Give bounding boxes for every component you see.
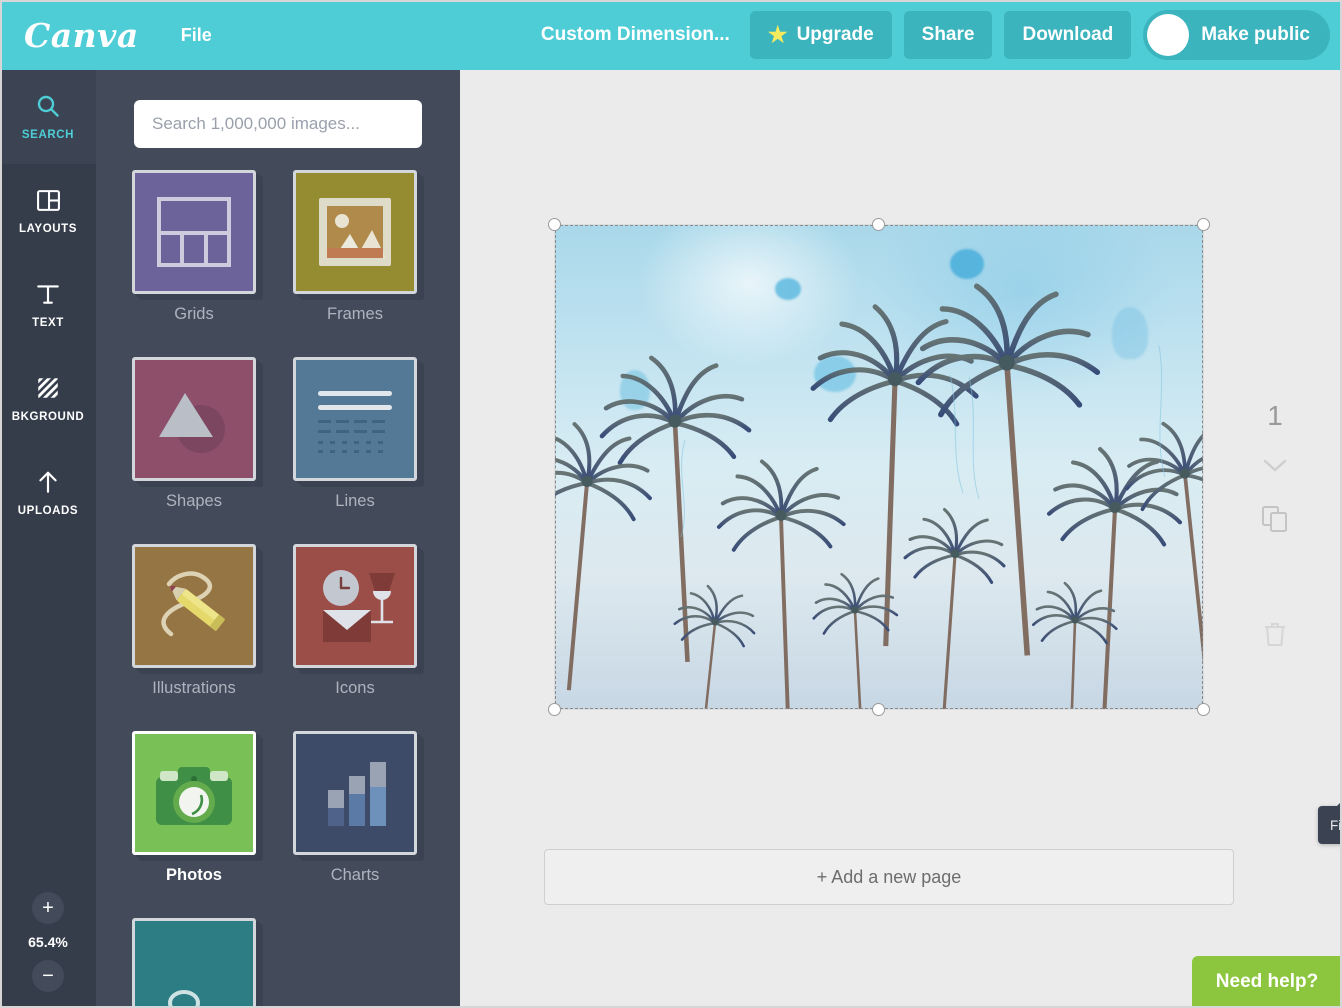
file-menu[interactable]: File: [181, 25, 212, 46]
lines-icon: [293, 357, 417, 481]
tile-stack: [132, 170, 256, 294]
tile-label: Lines: [293, 492, 417, 511]
triangle-circle-icon: [132, 357, 256, 481]
sidebar-item-search[interactable]: SEARCH: [0, 70, 96, 164]
tile-stack: [293, 357, 417, 481]
category-tile-grids[interactable]: Grids: [132, 170, 256, 324]
pencil-icon: [132, 544, 256, 668]
document-title[interactable]: Custom Dimension...: [541, 24, 730, 46]
resize-handle-top-left[interactable]: [548, 218, 561, 231]
tile-row: Illustrations: [132, 544, 424, 698]
upgrade-button[interactable]: ★ Upgrade: [750, 11, 892, 59]
share-button[interactable]: Share: [904, 11, 993, 59]
sidebar-label-layouts: LAYOUTS: [19, 223, 77, 235]
category-tile-icons[interactable]: Icons: [293, 544, 417, 698]
grid-layout-icon: [132, 170, 256, 294]
delete-page-icon[interactable]: [1263, 620, 1287, 653]
tile-stack: [132, 357, 256, 481]
page-number: 1: [1267, 400, 1283, 432]
category-tile-grid: Grids: [96, 170, 460, 1008]
toggle-knob: [1147, 14, 1189, 56]
need-help-button[interactable]: Need help?: [1192, 956, 1342, 1008]
search-icon: [35, 93, 61, 124]
category-tile-frames[interactable]: Frames: [293, 170, 417, 324]
artboard-page-1[interactable]: [555, 225, 1203, 709]
selected-image[interactable]: [555, 225, 1203, 709]
filter-button[interactable]: Filter: [1318, 806, 1342, 844]
tile-stack: [132, 544, 256, 668]
top-bar-actions: Custom Dimension... ★ Upgrade Share Down…: [541, 0, 1342, 70]
sidebar-label-uploads: UPLOADS: [18, 505, 78, 517]
picture-frame-icon: [293, 170, 417, 294]
tile-stack: [132, 731, 256, 855]
tile-label: Grids: [132, 305, 256, 324]
teal-tile-icon: [132, 918, 256, 1008]
layouts-icon: [36, 188, 61, 218]
resize-handle-bottom-center[interactable]: [872, 703, 885, 716]
tile-label: Illustrations: [132, 679, 256, 698]
tile-row: [132, 918, 424, 978]
canvas-area[interactable]: 1: [460, 70, 1342, 1008]
canva-editor: Canva File Custom Dimension... ★ Upgrade…: [0, 0, 1342, 1008]
category-tile-lines[interactable]: Lines: [293, 357, 417, 511]
tile-label: Frames: [293, 305, 417, 324]
upgrade-label: Upgrade: [797, 24, 874, 46]
camera-icon: [132, 731, 256, 855]
tile-label: Photos: [132, 866, 256, 885]
bar-chart-icon: [293, 731, 417, 855]
sidebar-item-background[interactable]: BKGROUND: [0, 352, 96, 446]
upload-arrow-icon: [35, 469, 61, 500]
sidebar-label-search: SEARCH: [22, 129, 74, 141]
resize-handle-top-right[interactable]: [1197, 218, 1210, 231]
text-icon: [35, 281, 61, 312]
category-tile-charts[interactable]: Charts: [293, 731, 417, 885]
resize-handle-bottom-right[interactable]: [1197, 703, 1210, 716]
star-icon: ★: [768, 24, 788, 46]
tile-stack: [293, 544, 417, 668]
category-tile-shapes[interactable]: Shapes: [132, 357, 256, 511]
tile-row: Shapes: [132, 357, 424, 511]
make-public-toggle[interactable]: Make public: [1143, 10, 1330, 60]
tile-stack: [132, 918, 256, 978]
content-panel: Grids: [96, 70, 460, 1008]
background-icon: [35, 375, 61, 406]
tile-stack: [293, 170, 417, 294]
resize-handle-bottom-left[interactable]: [548, 703, 561, 716]
zoom-level-value: 65.4%: [28, 934, 68, 950]
zoom-out-button[interactable]: −: [32, 960, 64, 992]
move-down-icon[interactable]: [1262, 458, 1288, 479]
tile-stack: [293, 731, 417, 855]
category-tile-illustrations[interactable]: Illustrations: [132, 544, 256, 698]
tile-row: Photos: [132, 731, 424, 885]
clock-glass-mail-icon: [293, 544, 417, 668]
zoom-controls: + 65.4% −: [0, 892, 96, 992]
tile-label: Shapes: [132, 492, 256, 511]
element-toolbar: Filter Crop Copy Forward Back: [1318, 806, 1342, 844]
top-bar: Canva File Custom Dimension... ★ Upgrade…: [0, 0, 1342, 70]
zoom-in-button[interactable]: +: [32, 892, 64, 924]
tile-label: Charts: [293, 866, 417, 885]
tile-label: Icons: [293, 679, 417, 698]
sidebar-item-text[interactable]: TEXT: [0, 258, 96, 352]
canva-logo[interactable]: Canva: [24, 16, 139, 55]
sidebar-item-uploads[interactable]: UPLOADS: [0, 446, 96, 540]
tile-row: Grids: [132, 170, 424, 324]
duplicate-page-icon[interactable]: [1261, 505, 1289, 538]
search-input[interactable]: [134, 100, 422, 148]
download-button[interactable]: Download: [1004, 11, 1131, 59]
category-tile-photos[interactable]: Photos: [132, 731, 256, 885]
sidebar-label-text: TEXT: [32, 317, 64, 329]
page-controls: 1: [1240, 400, 1310, 653]
resize-handle-top-center[interactable]: [872, 218, 885, 231]
category-tile-partial[interactable]: [132, 918, 256, 978]
palm-tree-artwork: [555, 225, 1203, 709]
sidebar-item-layouts[interactable]: LAYOUTS: [0, 164, 96, 258]
make-public-label: Make public: [1201, 24, 1310, 46]
add-new-page-button[interactable]: + Add a new page: [544, 849, 1234, 905]
left-rail: SEARCH LAYOUTS TEXT: [0, 70, 96, 1008]
sidebar-label-background: BKGROUND: [12, 411, 85, 423]
